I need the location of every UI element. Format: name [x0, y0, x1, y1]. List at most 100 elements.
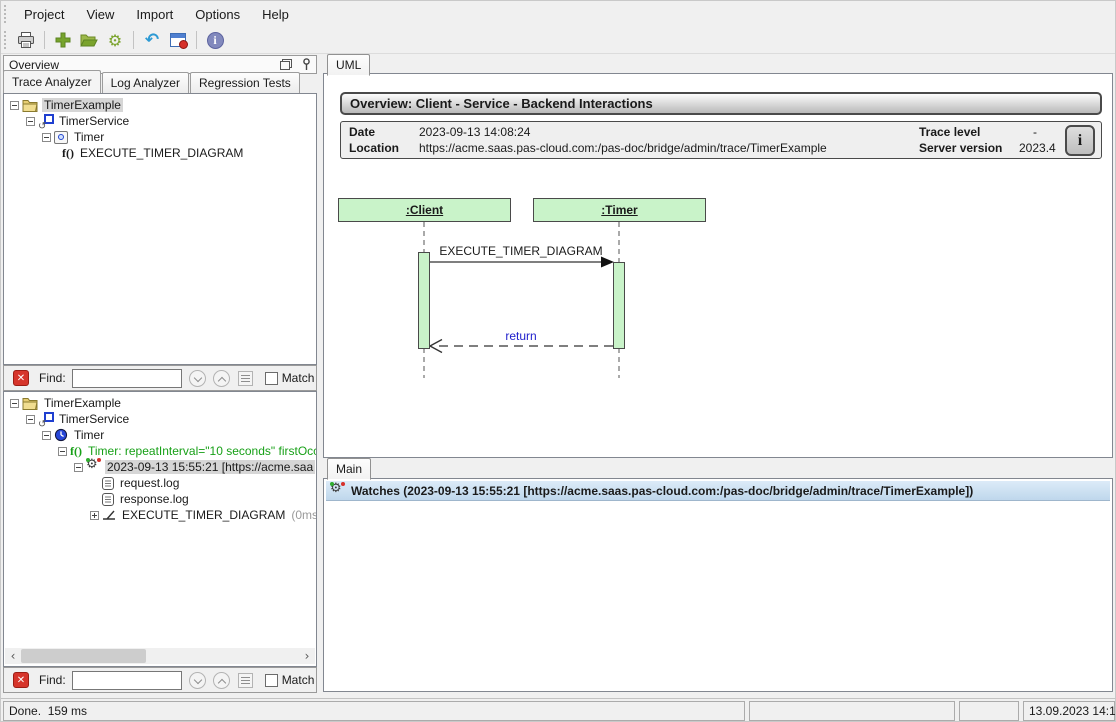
add-icon: [55, 32, 71, 48]
diagram-info-button[interactable]: i: [1065, 125, 1095, 156]
folder-icon: [22, 397, 38, 410]
tab-uml[interactable]: UML: [327, 54, 370, 76]
menu-help[interactable]: Help: [251, 3, 300, 26]
tree-row[interactable]: 2023-09-13 15:55:21 [https://acme.saa: [6, 459, 316, 475]
toolbar-grip[interactable]: [4, 31, 9, 49]
match-case-checkbox[interactable]: [265, 372, 278, 385]
tree-node-label[interactable]: Timer: [72, 130, 106, 144]
find-input[interactable]: [72, 671, 182, 690]
return-message-label[interactable]: return: [505, 329, 536, 343]
info-icon: i: [207, 32, 224, 49]
find-options-button[interactable]: [238, 371, 253, 386]
scroll-left-icon[interactable]: [5, 648, 21, 664]
menu-options[interactable]: Options: [184, 3, 251, 26]
tree-row[interactable]: TimerExample: [6, 97, 316, 113]
tree-row[interactable]: response.log: [6, 491, 316, 507]
find-bar: Find: Match Case: [3, 667, 317, 693]
trace-run-icon: [86, 460, 101, 474]
pin-icon[interactable]: [302, 58, 311, 71]
tree-node-label[interactable]: EXECUTE_TIMER_DIAGRAM: [120, 508, 287, 522]
tree-node-label[interactable]: Timer: [72, 428, 106, 442]
tree-row[interactable]: request.log: [6, 475, 316, 491]
undo-button[interactable]: ↶: [140, 29, 164, 51]
tree-row[interactable]: TimerService: [6, 411, 316, 427]
match-case-checkbox[interactable]: [265, 674, 278, 687]
tab-main[interactable]: Main: [327, 458, 371, 480]
expand-toggle-icon[interactable]: [90, 511, 99, 520]
call-message-label[interactable]: EXECUTE_TIMER_DIAGRAM: [439, 244, 602, 258]
toolbar-separator: [44, 31, 45, 49]
match-case-label: Match Case: [282, 371, 317, 385]
collapse-toggle-icon[interactable]: [10, 101, 19, 110]
collapse-toggle-icon[interactable]: [26, 415, 35, 424]
tree-row[interactable]: f() EXECUTE_TIMER_DIAGRAM: [6, 145, 316, 161]
tree-node-label[interactable]: Timer: repeatInterval="10 seconds" first…: [86, 444, 317, 458]
service-icon: [38, 412, 53, 427]
menu-import[interactable]: Import: [125, 3, 184, 26]
close-trace-button[interactable]: [166, 29, 190, 51]
server-version-value: 2023.4: [1019, 141, 1056, 155]
find-options-button[interactable]: [238, 673, 253, 688]
find-next-button[interactable]: [189, 672, 206, 689]
horizontal-scrollbar[interactable]: [5, 648, 315, 664]
tree-row[interactable]: Timer: [6, 129, 316, 145]
tab-regression-tests[interactable]: Regression Tests: [190, 72, 300, 93]
float-window-icon[interactable]: [280, 59, 292, 70]
scroll-right-icon[interactable]: [299, 648, 315, 664]
collapse-toggle-icon[interactable]: [42, 133, 51, 142]
find-input[interactable]: [72, 369, 182, 388]
tree-node-label[interactable]: TimerService: [57, 412, 131, 426]
menu-project[interactable]: Project: [13, 3, 75, 26]
tree-node-label[interactable]: request.log: [118, 476, 181, 490]
close-find-button[interactable]: [13, 370, 29, 386]
tree-row[interactable]: EXECUTE_TIMER_DIAGRAM (0ms): [6, 507, 316, 523]
tree-node-label[interactable]: 2023-09-13 15:55:21 [https://acme.saa: [105, 460, 315, 474]
tree-row[interactable]: TimerExample: [6, 395, 316, 411]
settings-button[interactable]: ⚙: [103, 29, 127, 51]
menu-view[interactable]: View: [75, 3, 125, 26]
collapse-toggle-icon[interactable]: [10, 399, 19, 408]
watches-panel: Watches (2023-09-13 15:55:21 [https://ac…: [323, 478, 1113, 692]
collapse-toggle-icon[interactable]: [58, 447, 67, 456]
find-label: Find:: [39, 371, 66, 385]
trace-instance-tree: TimerExample TimerService Timer f() Time…: [3, 391, 317, 667]
trace-tree: TimerExample TimerService Timer f() EXEC…: [3, 93, 317, 365]
find-previous-button[interactable]: [213, 672, 230, 689]
find-previous-button[interactable]: [213, 370, 230, 387]
tab-trace-analyzer[interactable]: Trace Analyzer: [3, 70, 101, 93]
tree-row[interactable]: f() Timer: repeatInterval="10 seconds" f…: [6, 443, 316, 459]
find-next-button[interactable]: [189, 370, 206, 387]
function-icon: f(): [70, 444, 82, 459]
print-button[interactable]: [14, 29, 38, 51]
tree-row[interactable]: Timer: [6, 427, 316, 443]
tree-node-label[interactable]: EXECUTE_TIMER_DIAGRAM: [78, 146, 245, 160]
collapse-toggle-icon[interactable]: [74, 463, 83, 472]
tree-node-label[interactable]: TimerExample: [42, 396, 123, 410]
tree-node-label[interactable]: TimerService: [57, 114, 131, 128]
tree-node-label[interactable]: response.log: [118, 492, 191, 506]
undo-icon: ↶: [145, 30, 159, 50]
toolbar: ⚙ ↶ i: [1, 27, 1115, 54]
new-button[interactable]: [51, 29, 75, 51]
sequence-diagram-icon: [102, 509, 116, 521]
collapse-toggle-icon[interactable]: [26, 117, 35, 126]
scrollbar-thumb[interactable]: [21, 649, 146, 663]
log-file-icon: [102, 477, 114, 490]
status-datetime: 13.09.2023 14:16: [1023, 701, 1115, 721]
tab-log-analyzer[interactable]: Log Analyzer: [102, 72, 189, 93]
menu-bar: Project View Import Options Help: [1, 1, 1115, 27]
tree-row[interactable]: TimerService: [6, 113, 316, 129]
menubar-grip[interactable]: [4, 5, 9, 23]
open-button[interactable]: [77, 29, 101, 51]
lifeline-client[interactable]: :Client: [338, 198, 511, 222]
lifeline-timer[interactable]: :Timer: [533, 198, 706, 222]
collapse-toggle-icon[interactable]: [42, 431, 51, 440]
gear-icon: ⚙: [108, 31, 122, 50]
tree-node-label[interactable]: TimerExample: [42, 98, 123, 112]
close-find-button[interactable]: [13, 672, 29, 688]
watches-header[interactable]: Watches (2023-09-13 15:55:21 [https://ac…: [326, 481, 1110, 501]
toolbar-separator: [196, 31, 197, 49]
scrollbar-track[interactable]: [21, 648, 299, 664]
info-button[interactable]: i: [203, 29, 227, 51]
function-icon: f(): [62, 146, 74, 161]
